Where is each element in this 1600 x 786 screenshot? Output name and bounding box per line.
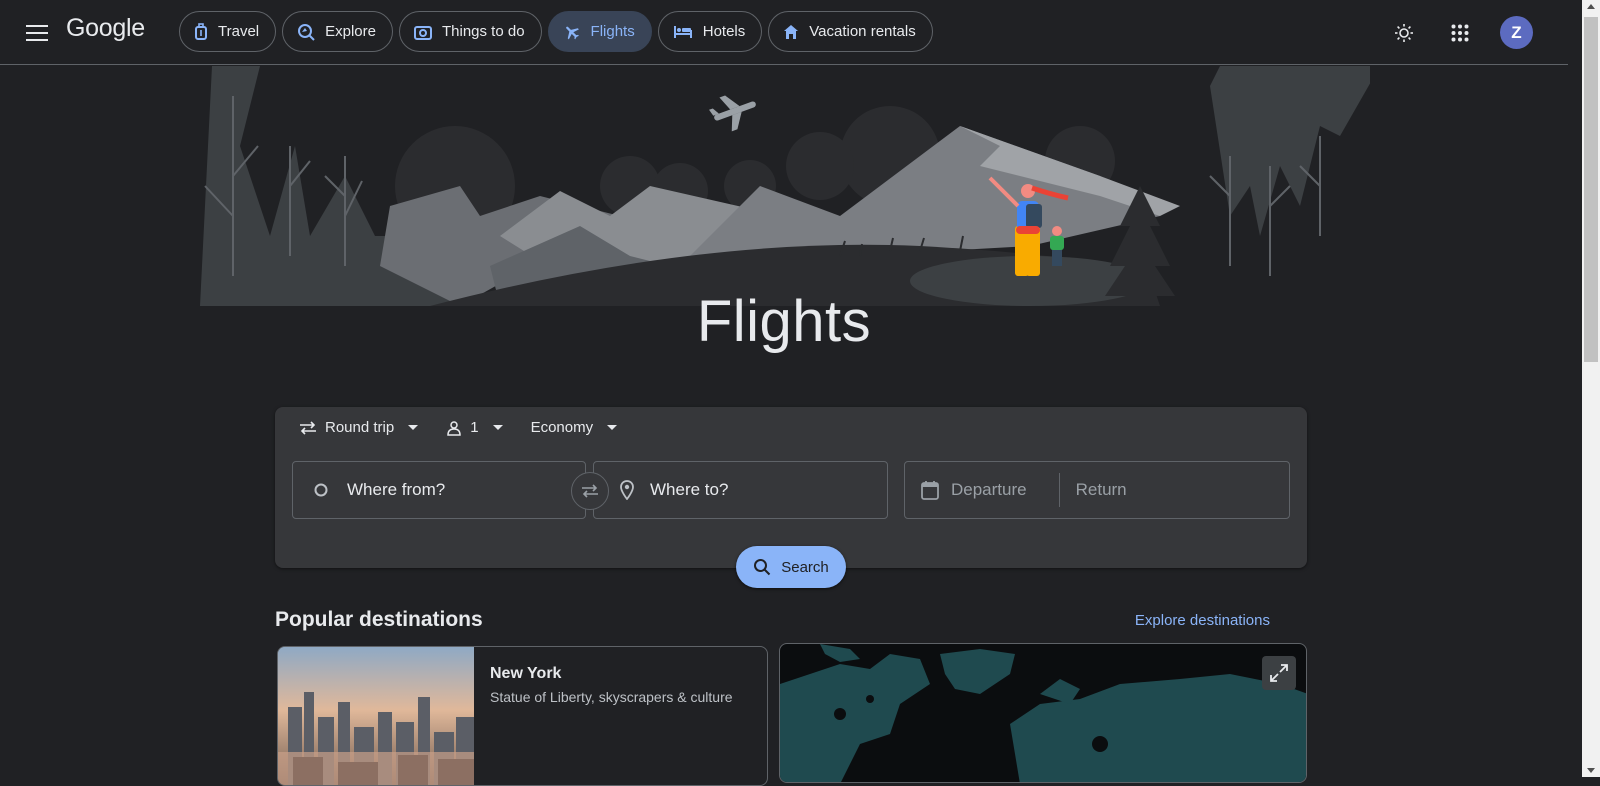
scroll-up-icon[interactable] [1587,4,1595,9]
tab-label: Flights [590,23,635,40]
main-menu-button[interactable] [20,16,54,50]
caret-down-icon [607,425,618,430]
expand-icon [1270,664,1288,682]
hero-illustration [200,66,1370,306]
search-button-label: Search [781,558,829,576]
apps-grid-icon [1451,24,1469,41]
apps-button[interactable] [1444,17,1476,49]
world-map [780,644,1306,782]
swap-locations-button[interactable] [571,472,609,510]
passengers-select[interactable]: 1 [446,419,503,436]
date-divider [1058,473,1060,507]
tab-label: Hotels [702,23,746,40]
caret-down-icon [492,425,503,430]
destination-info: New York Statue of Liberty, skyscrapers … [474,647,749,785]
trip-type-value: Round trip [325,419,395,436]
swap-horizontal-icon [582,484,598,498]
hamburger-menu-icon [26,25,48,41]
passengers-value: 1 [470,419,479,436]
search-options: Round trip 1 Economy [299,419,618,436]
search-icon [754,559,771,576]
departure-placeholder: Departure [951,480,1027,499]
origin-field[interactable]: Where from? [292,461,586,519]
luggage-icon [195,22,207,40]
cabin-class-select[interactable]: Economy [531,419,618,436]
return-date-input[interactable]: Return [1076,462,1127,518]
top-app-bar: Google Travel Explore Things to do Fligh… [0,0,1568,65]
explore-icon [298,23,315,41]
destination-field[interactable]: Where to? [593,461,888,519]
house-icon [784,24,799,39]
destination-photo [278,647,474,785]
camera-icon [413,25,432,40]
page-title: Flights [696,289,872,354]
destinations-map[interactable] [779,643,1307,783]
google-logo[interactable]: Google [66,14,145,43]
cabin-class-value: Economy [530,419,594,436]
return-placeholder: Return [1075,480,1127,499]
tab-hotels[interactable]: Hotels [657,11,763,52]
caret-down-icon [408,425,419,430]
airplane-icon [565,26,579,39]
tab-label: Explore [325,23,376,40]
expand-map-button[interactable] [1262,656,1296,690]
scroll-down-icon[interactable] [1587,768,1595,773]
date-range-field: Departure Return [904,461,1290,519]
bed-icon [673,25,692,38]
location-pin-icon [620,480,634,500]
tab-label: Things to do [441,23,525,40]
scrollbar-thumb[interactable] [1584,17,1598,362]
header-actions: Z [1388,16,1533,49]
tab-label: Travel [218,23,260,40]
swap-arrows-icon [300,420,316,435]
origin-placeholder: Where from? [347,480,446,499]
destination-placeholder: Where to? [650,480,729,499]
sun-icon [1395,23,1413,42]
destination-card[interactable]: New York Statue of Liberty, skyscrapers … [277,646,768,786]
person-icon [447,420,461,436]
destination-description: Statue of Liberty, skyscrapers & culture [490,689,733,705]
tab-travel[interactable]: Travel [179,11,277,52]
tab-explore[interactable]: Explore [282,11,393,52]
page-scrollbar[interactable] [1582,0,1600,777]
tab-vacation-rentals[interactable]: Vacation rentals [768,11,933,52]
departure-date-input[interactable]: Departure [921,462,1027,518]
destination-name: New York [490,665,562,682]
search-button[interactable]: Search [736,546,846,588]
tab-flights[interactable]: Flights [547,11,652,52]
tab-things-to-do[interactable]: Things to do [398,11,542,52]
trip-type-select[interactable]: Round trip [299,419,419,436]
account-avatar[interactable]: Z [1500,16,1533,49]
theme-toggle-button[interactable] [1388,17,1420,49]
travel-nav: Travel Explore Things to do Flights Hote… [179,11,933,52]
section-title: Popular destinations [275,608,483,631]
explore-destinations-link[interactable]: Explore destinations [1135,612,1270,629]
calendar-icon [921,481,939,500]
tab-label: Vacation rentals [809,23,916,40]
flight-search-form: Round trip 1 Economy Where from? Where t… [275,407,1307,588]
origin-circle-icon [314,483,328,497]
